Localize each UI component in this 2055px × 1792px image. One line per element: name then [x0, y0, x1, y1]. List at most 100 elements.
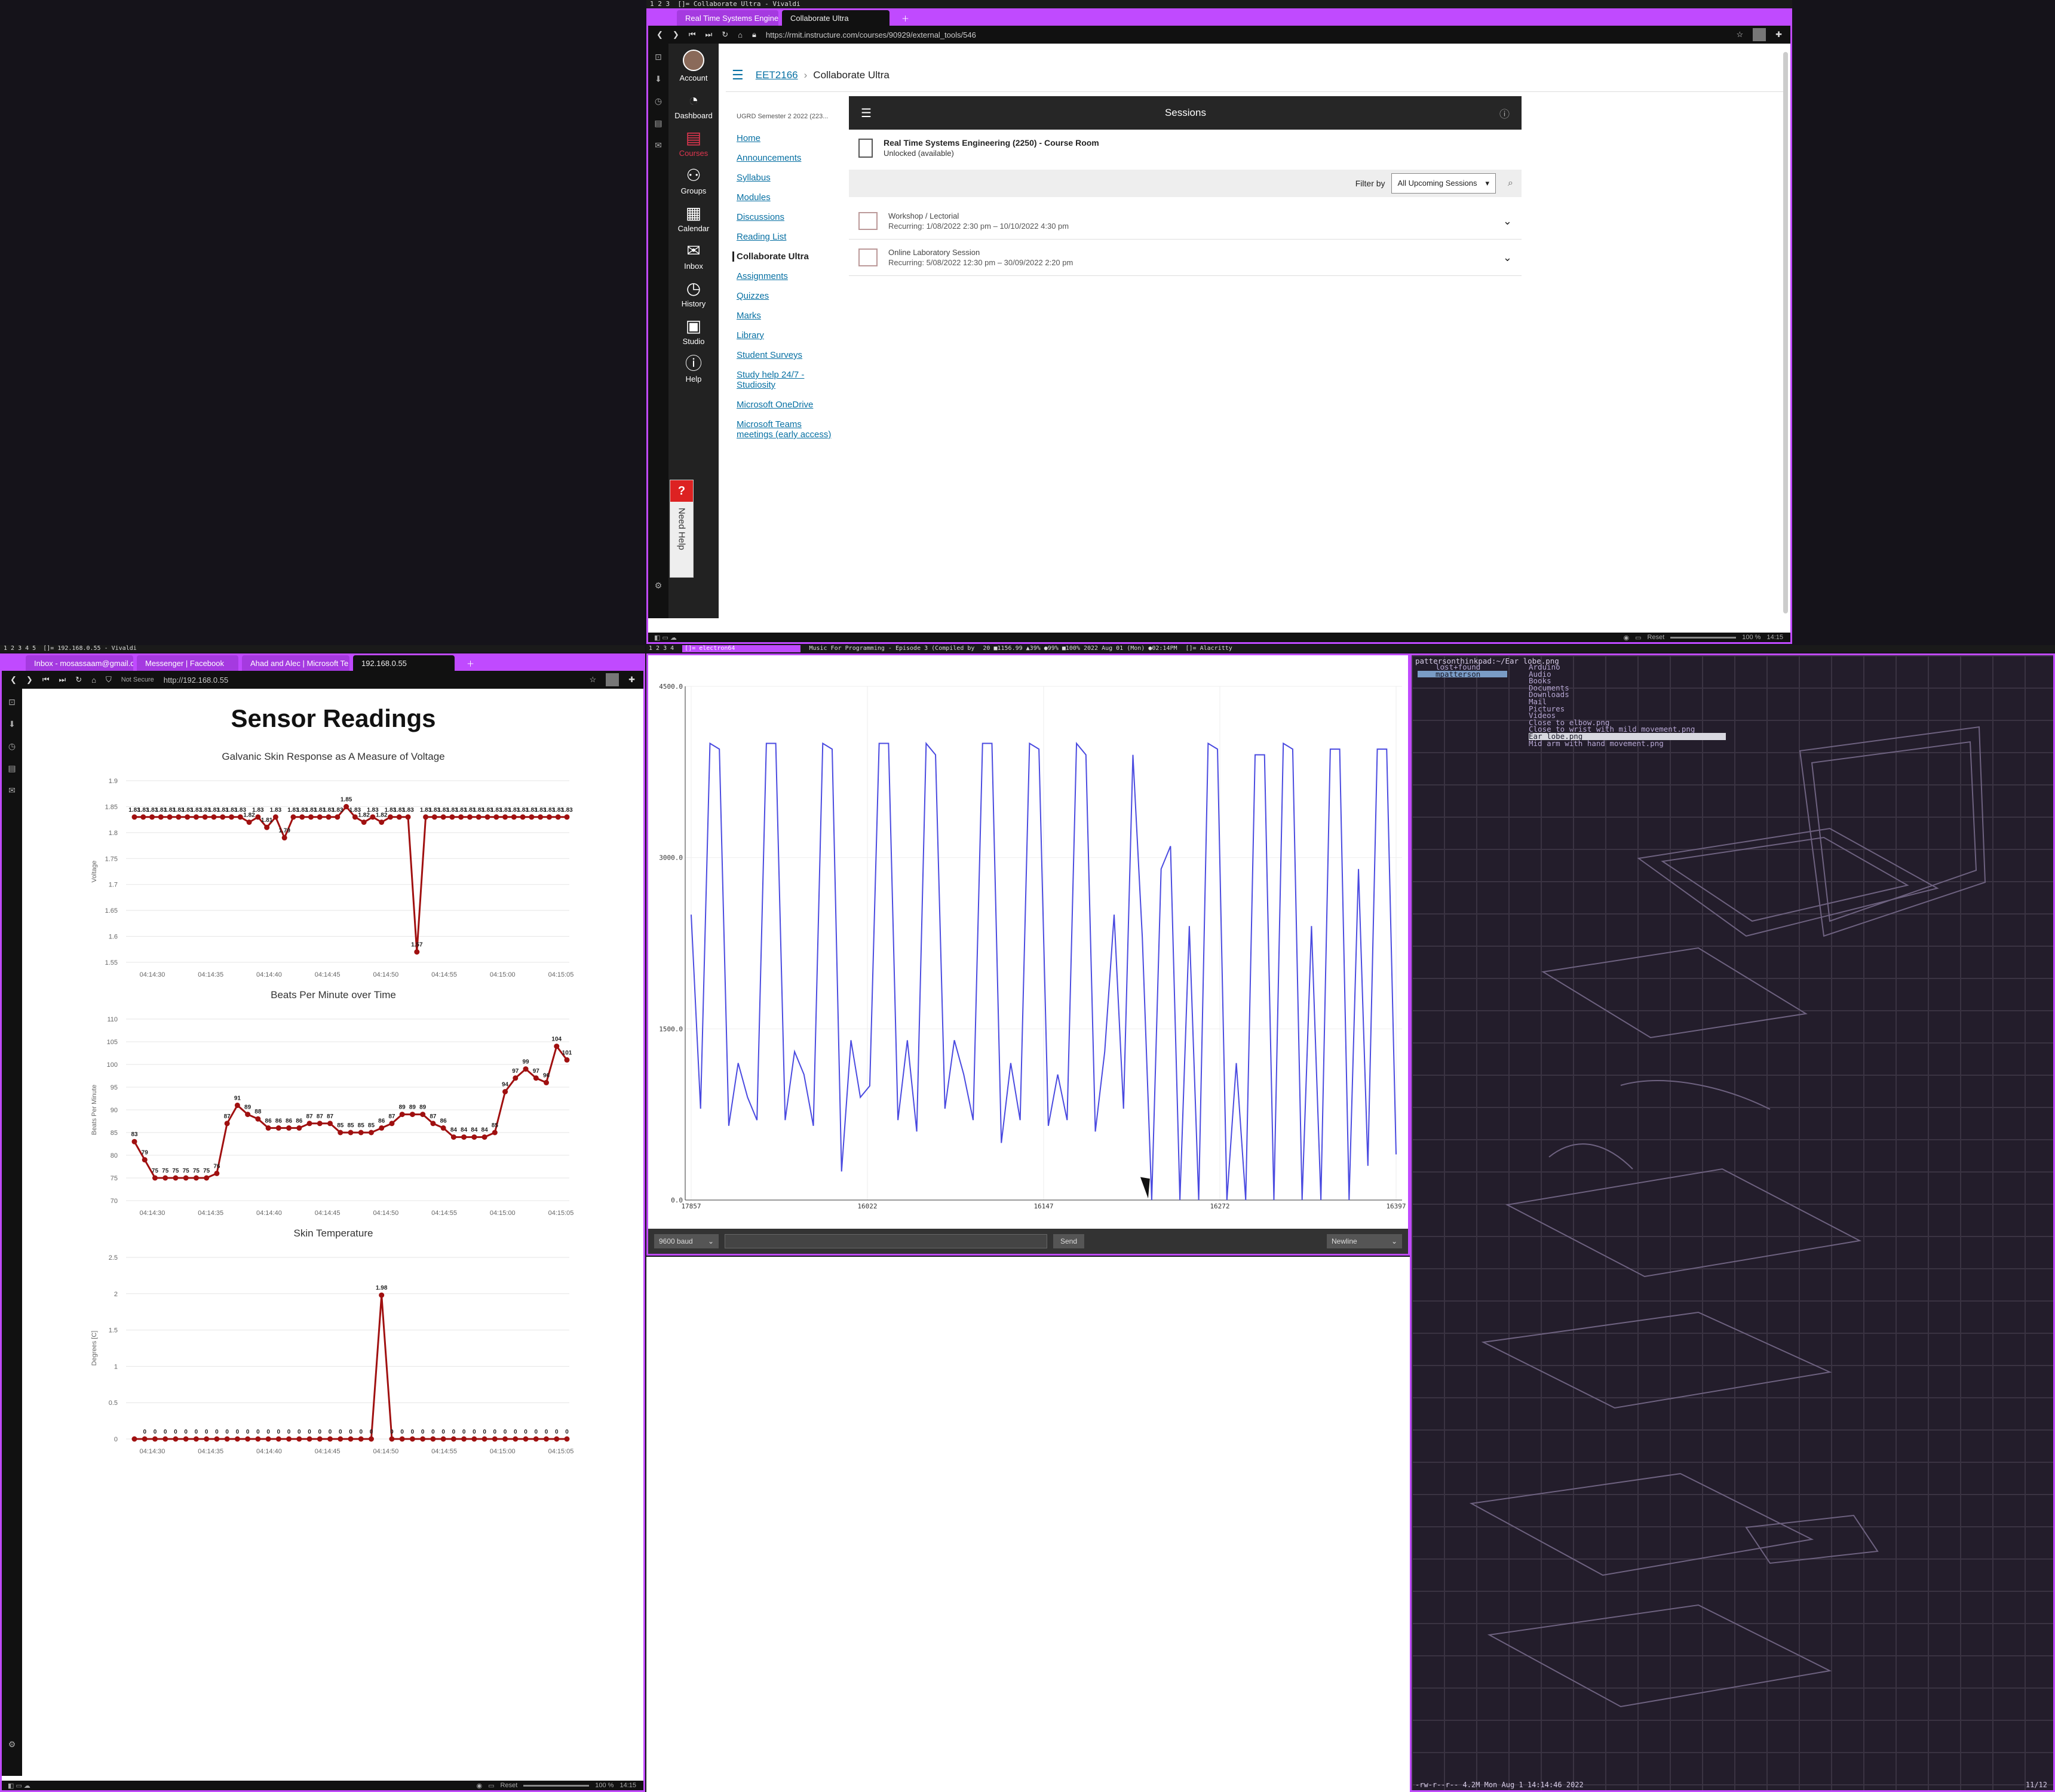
- course-nav-student-surveys[interactable]: Student Surveys: [737, 350, 838, 360]
- settings-icon[interactable]: ⚙: [8, 1739, 16, 1750]
- history-panel-icon[interactable]: ◷: [8, 741, 16, 751]
- baud-select[interactable]: 9600 baud ⌄: [654, 1234, 719, 1248]
- data-point: [327, 1436, 333, 1442]
- not-secure-badge[interactable]: Not Secure: [121, 676, 154, 683]
- extensions-icon[interactable]: ✚: [628, 675, 635, 685]
- collapse-nav-icon[interactable]: ⇤: [688, 614, 699, 630]
- panel-toggle-icon[interactable]: ◧ ▭ ☁: [8, 1782, 30, 1790]
- fastforward-icon[interactable]: ⏭: [59, 675, 66, 685]
- nav-studio[interactable]: ▣ Studio: [683, 318, 705, 346]
- serial-input[interactable]: [725, 1234, 1047, 1248]
- workspace-indicators[interactable]: 1 2 3 4 5: [4, 645, 36, 652]
- avatar[interactable]: [1753, 28, 1766, 41]
- new-tab-button[interactable]: ＋: [893, 10, 911, 26]
- course-nav-announcements[interactable]: Announcements: [737, 153, 838, 163]
- nav-help[interactable]: ⓘ Help: [685, 355, 702, 384]
- breadcrumb-page: Collaborate Ultra: [813, 69, 890, 81]
- nav-inbox[interactable]: ✉ Inbox: [684, 243, 703, 271]
- nav-groups[interactable]: ⚇ Groups: [681, 167, 707, 196]
- chevron-down-icon[interactable]: ⌄: [1503, 251, 1512, 264]
- zoom-reset[interactable]: Reset: [1648, 634, 1665, 641]
- url-field[interactable]: https://rmit.instructure.com/courses/909…: [766, 30, 1727, 39]
- course-nav-teams[interactable]: Microsoft Teams meetings (early access): [737, 419, 838, 440]
- course-nav-library[interactable]: Library: [737, 330, 838, 340]
- menu-icon[interactable]: ☰: [861, 106, 872, 121]
- course-nav-discussions[interactable]: Discussions: [737, 212, 838, 222]
- course-nav-marks[interactable]: Marks: [737, 311, 838, 321]
- mail-icon[interactable]: ✉: [8, 785, 16, 796]
- course-nav-onedrive[interactable]: Microsoft OneDrive: [737, 400, 838, 410]
- page-scrollbar[interactable]: [1783, 52, 1788, 613]
- course-nav-studiosity[interactable]: Study help 24/7 - Studiosity: [737, 370, 838, 390]
- url-field[interactable]: http://192.168.0.55: [164, 676, 580, 685]
- mail-icon[interactable]: ✉: [655, 140, 662, 151]
- course-nav-home[interactable]: Home: [737, 133, 838, 143]
- tab-inbox[interactable]: Inbox - mosassaam@gmail.c: [26, 655, 133, 671]
- home-icon[interactable]: ⌂: [738, 30, 743, 39]
- session-row[interactable]: Online Laboratory Session Recurring: 5/08…: [849, 240, 1522, 276]
- workspace-indicators[interactable]: 1 2 3: [650, 0, 670, 8]
- nav-dashboard[interactable]: ◔ Dashboard: [674, 92, 713, 121]
- tab-messenger[interactable]: Messenger | Facebook: [137, 655, 238, 671]
- home-icon[interactable]: ⌂: [91, 676, 96, 685]
- tab-sensor-page[interactable]: 192.168.0.55: [353, 655, 455, 671]
- settings-icon[interactable]: ⚙: [655, 581, 662, 591]
- tiling-icon[interactable]: ▭: [488, 1782, 494, 1790]
- chevron-down-icon[interactable]: ⌄: [1503, 215, 1512, 228]
- forward-icon[interactable]: ❯: [673, 30, 679, 39]
- breadcrumb-course[interactable]: EET2166: [756, 69, 798, 81]
- newline-select[interactable]: Newline ⌄: [1327, 1234, 1402, 1248]
- tab-teams[interactable]: Ahad and Alec | Microsoft Te: [242, 655, 349, 671]
- rewind-icon[interactable]: ⏮: [689, 30, 696, 39]
- course-nav-quizzes[interactable]: Quizzes: [737, 291, 838, 301]
- course-nav-reading-list[interactable]: Reading List: [737, 232, 838, 242]
- bookmark-icon[interactable]: ☆: [1736, 30, 1743, 39]
- tab-collaborate-ultra[interactable]: Collaborate Ultra: [782, 10, 890, 26]
- reload-icon[interactable]: ↻: [75, 675, 82, 685]
- search-icon[interactable]: ⌕: [1508, 178, 1513, 189]
- extensions-icon[interactable]: ✚: [1775, 30, 1782, 39]
- zoom-slider[interactable]: [1670, 636, 1737, 639]
- bookmark-icon[interactable]: ☆: [589, 675, 596, 685]
- zoom-reset[interactable]: Reset: [501, 1782, 518, 1789]
- avatar[interactable]: [606, 673, 619, 686]
- zoom-slider[interactable]: [523, 1784, 590, 1787]
- nav-account[interactable]: Account: [680, 50, 707, 82]
- tab-real-time-systems[interactable]: Real Time Systems Engineer: [677, 10, 778, 26]
- data-label: 86: [265, 1118, 272, 1124]
- tiling-icon[interactable]: ▭: [1635, 634, 1641, 642]
- bookmarks-icon[interactable]: ⊡: [8, 697, 16, 707]
- hamburger-icon[interactable]: ☰: [732, 67, 744, 83]
- nav-history[interactable]: ◷ History: [682, 280, 706, 309]
- course-room-row[interactable]: Real Time Systems Engineering (2250) - C…: [849, 130, 1522, 166]
- course-nav-syllabus[interactable]: Syllabus: [737, 173, 838, 183]
- reload-icon[interactable]: ↻: [722, 30, 728, 39]
- nav-courses[interactable]: ▤ Courses: [679, 130, 708, 158]
- workspace-indicators[interactable]: 1 2 3 4: [649, 645, 674, 652]
- back-icon[interactable]: ❮: [10, 675, 17, 685]
- back-icon[interactable]: ❮: [657, 30, 663, 39]
- forward-icon[interactable]: ❯: [26, 675, 33, 685]
- new-tab-button[interactable]: ＋: [458, 655, 476, 671]
- history-panel-icon[interactable]: ◷: [655, 96, 662, 106]
- notes-icon[interactable]: ▤: [8, 763, 16, 774]
- camera-icon[interactable]: ◉: [1624, 634, 1630, 642]
- notes-icon[interactable]: ▤: [654, 118, 662, 128]
- downloads-icon[interactable]: ⬇: [655, 74, 662, 84]
- fastforward-icon[interactable]: ⏭: [706, 30, 713, 39]
- bookmarks-icon[interactable]: ⊡: [655, 52, 662, 62]
- need-help-tab[interactable]: ? Need Help: [670, 480, 694, 578]
- course-nav-modules[interactable]: Modules: [737, 192, 838, 202]
- temp-chart: 2.5 2 1.5 1 0.5 0 04:14:30 04:14:35 04:14:40 04:1…: [91, 1254, 573, 1455]
- send-button[interactable]: Send: [1053, 1234, 1085, 1248]
- downloads-icon[interactable]: ⬇: [8, 719, 16, 729]
- filter-select[interactable]: All Upcoming Sessions ▾: [1391, 173, 1496, 194]
- camera-icon[interactable]: ◉: [477, 1782, 483, 1790]
- help-circle-icon[interactable]: ⓘ: [1499, 106, 1510, 121]
- session-row[interactable]: Workshop / Lectorial Recurring: 1/08/2022…: [849, 203, 1522, 240]
- panel-toggle-icon[interactable]: ◧ ▭ ☁: [654, 634, 677, 642]
- course-nav-collaborate[interactable]: Collaborate Ultra: [732, 251, 838, 262]
- nav-calendar[interactable]: ▦ Calendar: [678, 205, 710, 234]
- course-nav-assignments[interactable]: Assignments: [737, 271, 838, 281]
- rewind-icon[interactable]: ⏮: [42, 675, 50, 685]
